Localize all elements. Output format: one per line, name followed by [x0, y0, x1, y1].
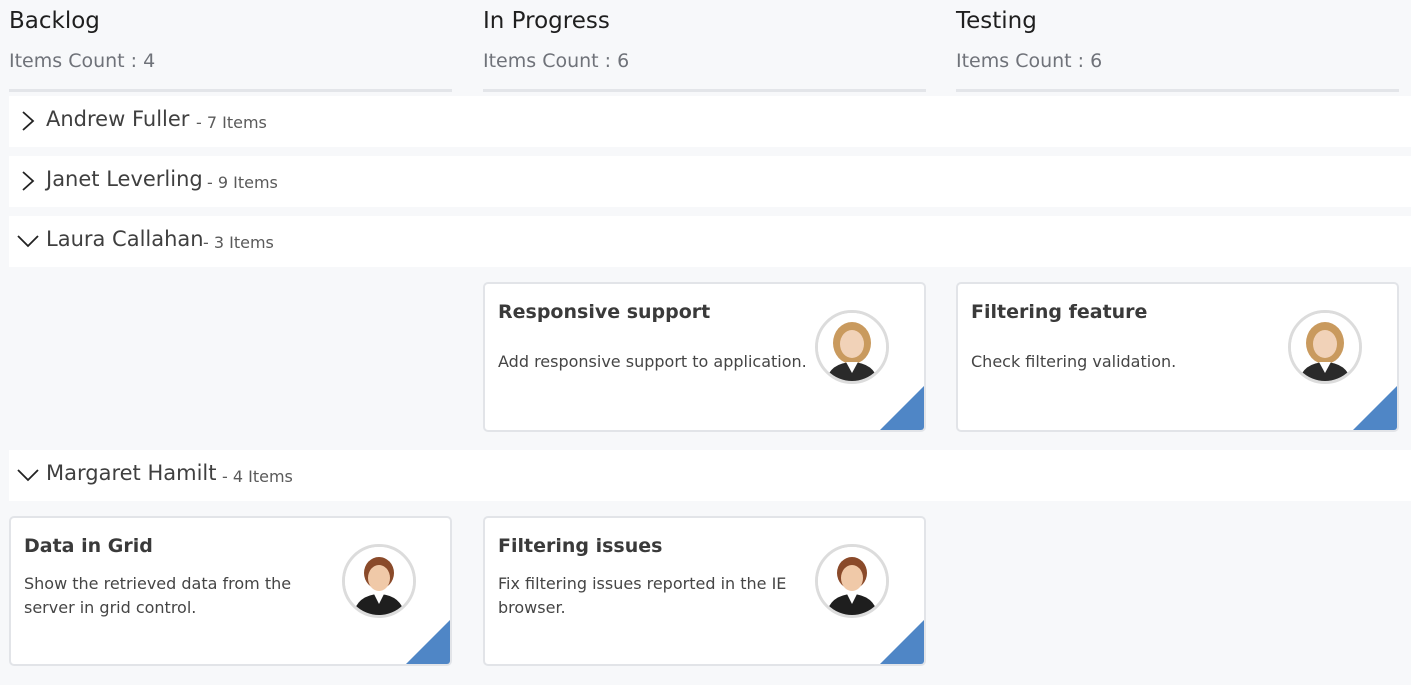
kanban-card[interactable]: Data in Grid Show the retrieved data fro… [9, 516, 452, 666]
swimlane-name: Janet Leverling [46, 167, 203, 191]
laura-callahan-avatar [1288, 310, 1362, 384]
card-title: Data in Grid [24, 535, 153, 557]
swimlane-name: Margaret Hamilt [46, 461, 217, 485]
swimlane-row-margaret-hamilt[interactable]: Margaret Hamilt - 4 Items [9, 450, 1411, 501]
chevron-right-icon[interactable] [17, 169, 39, 193]
card-description: Check filtering validation. [971, 352, 1177, 371]
column-title: In Progress [483, 8, 610, 34]
column-items-count: Items Count : 6 [956, 50, 1103, 72]
margaret-hamilt-avatar [815, 544, 889, 618]
kanban-card[interactable]: Responsive support Add responsive suppor… [483, 282, 926, 432]
card-corner-accent [1353, 386, 1397, 430]
column-items-count: Items Count : 4 [9, 50, 156, 72]
swimlane-name: Andrew Fuller [46, 107, 190, 131]
swimlane-item-count: - 4 Items [222, 467, 293, 486]
swimlane-item-count: - 7 Items [196, 113, 267, 132]
column-title: Testing [956, 8, 1037, 34]
card-corner-accent [406, 620, 450, 664]
chevron-down-icon[interactable] [17, 229, 39, 253]
column-header-testing: Testing Items Count : 6 [956, 0, 1399, 92]
column-header-backlog: Backlog Items Count : 4 [9, 0, 452, 92]
card-corner-accent [880, 386, 924, 430]
card-title: Responsive support [498, 301, 711, 323]
swimlane-row-laura-callahan[interactable]: Laura Callahan - 3 Items [9, 216, 1411, 267]
swimlane-name: Laura Callahan [46, 227, 204, 251]
chevron-right-icon[interactable] [17, 109, 39, 133]
swimlane-row-andrew-fuller[interactable]: Andrew Fuller - 7 Items [9, 96, 1411, 147]
column-items-count: Items Count : 6 [483, 50, 630, 72]
kanban-board: Backlog Items Count : 4 In Progress Item… [0, 0, 1411, 685]
card-description: Add responsive support to application. [498, 352, 807, 371]
chevron-down-icon[interactable] [17, 463, 39, 487]
swimlane-item-count: - 9 Items [207, 173, 278, 192]
swimlane-item-count: - 3 Items [203, 233, 274, 252]
card-title: Filtering issues [498, 535, 663, 557]
column-header-in-progress: In Progress Items Count : 6 [483, 0, 926, 92]
laura-callahan-avatar [815, 310, 889, 384]
margaret-hamilt-avatar [342, 544, 416, 618]
kanban-card[interactable]: Filtering issues Fix filtering issues re… [483, 516, 926, 666]
card-description: Fix filtering issues reported in the IE … [498, 574, 787, 617]
column-title: Backlog [9, 8, 100, 34]
card-corner-accent [880, 620, 924, 664]
card-title: Filtering feature [971, 301, 1148, 323]
swimlane-row-janet-leverling[interactable]: Janet Leverling - 9 Items [9, 156, 1411, 207]
card-description: Show the retrieved data from the server … [24, 574, 292, 617]
kanban-card[interactable]: Filtering feature Check filtering valida… [956, 282, 1399, 432]
